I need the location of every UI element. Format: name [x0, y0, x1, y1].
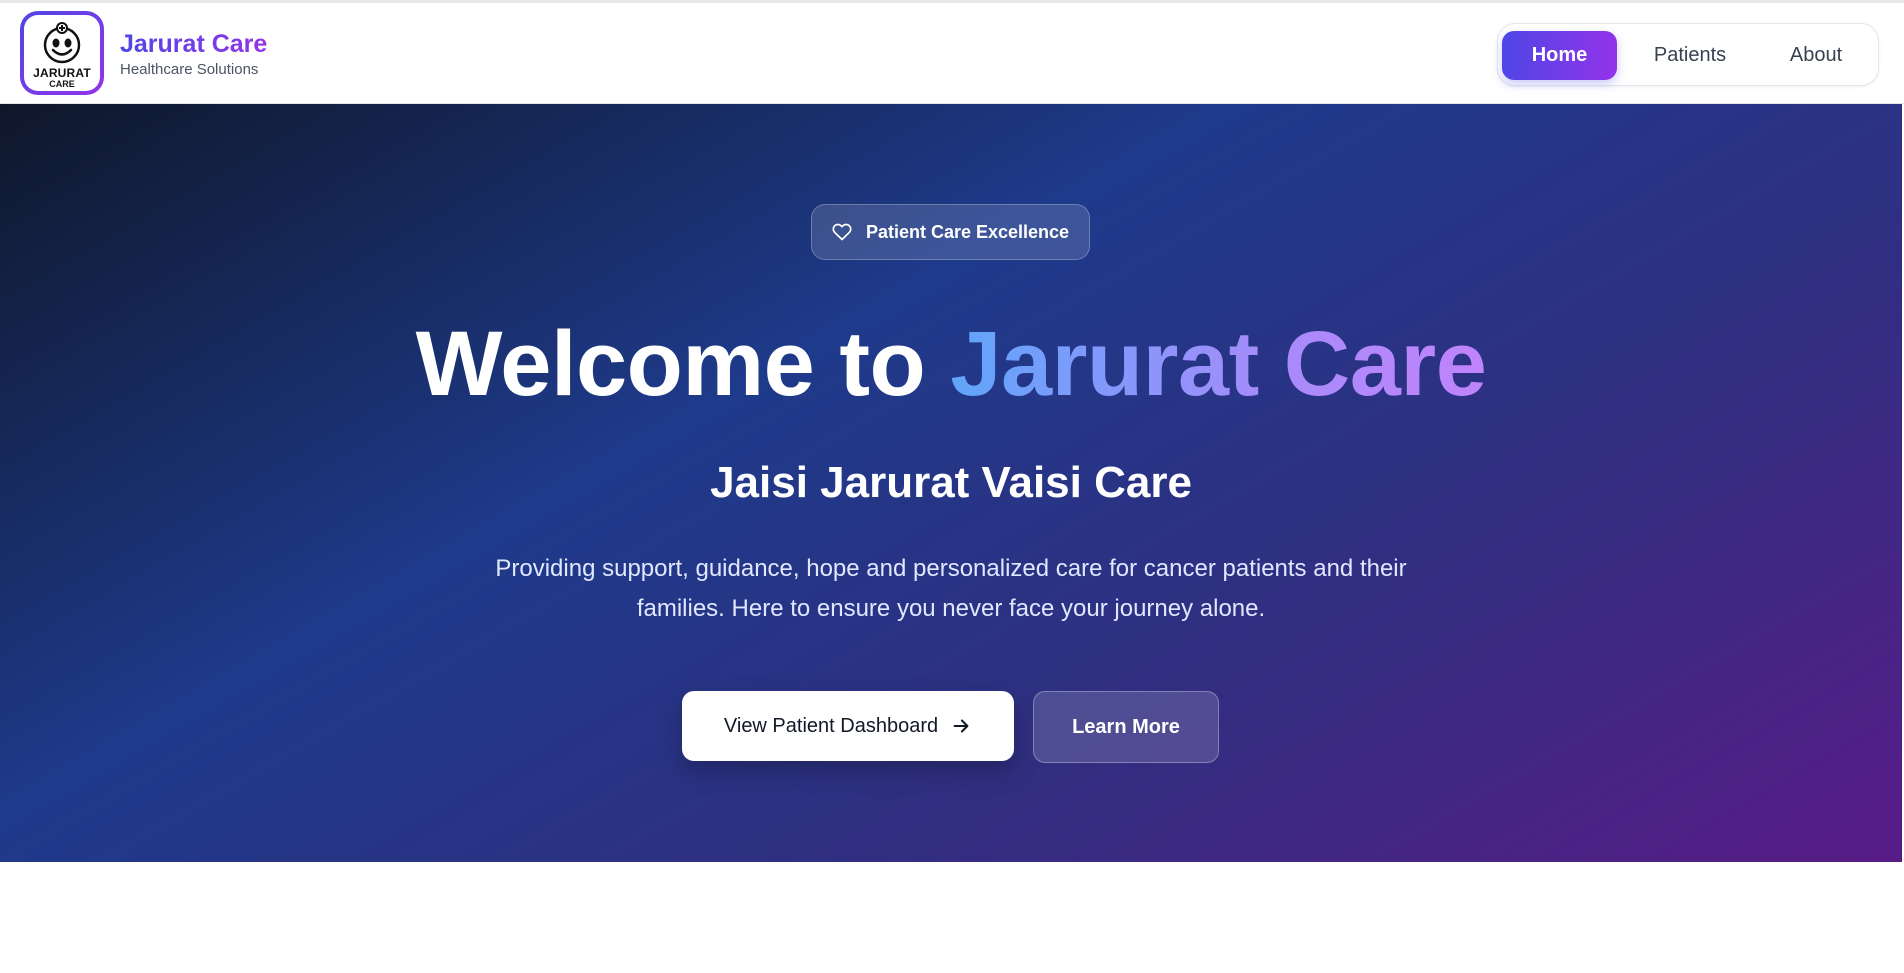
logo-face-icon — [43, 22, 81, 64]
brand[interactable]: JARURAT CARE Jarurat Care Healthcare Sol… — [20, 11, 267, 95]
main-nav: Home Patients About — [1497, 23, 1879, 86]
hero-title-accent: Jarurat Care — [950, 313, 1487, 415]
brand-subtitle: Healthcare Solutions — [120, 60, 259, 78]
logo[interactable]: JARURAT CARE — [20, 11, 104, 95]
arrow-right-icon — [953, 719, 969, 733]
hero-title: Welcome to Jarurat Care — [0, 309, 1902, 419]
logo-inner: JARURAT CARE — [24, 15, 100, 91]
hero-badge-label: Patient Care Excellence — [865, 221, 1070, 242]
learn-more-label: Learn More — [1072, 715, 1180, 738]
nav-item-about[interactable]: About — [1761, 31, 1871, 80]
brand-text: Jarurat Care Healthcare Solutions — [120, 29, 267, 78]
navbar: JARURAT CARE Jarurat Care Healthcare Sol… — [0, 3, 1904, 104]
hero-description: Providing support, guidance, hope and pe… — [495, 555, 1407, 622]
hero-title-prefix: Welcome to — [415, 313, 926, 415]
hero-tagline: Jaisi Jarurat Vaisi Care — [710, 458, 1192, 507]
logo-text-line1: JARURAT — [33, 66, 91, 80]
view-patient-dashboard-label: View Patient Dashboard — [723, 714, 939, 737]
nav-item-home[interactable]: Home — [1502, 31, 1617, 80]
heart-icon — [832, 223, 852, 241]
nav-item-patients[interactable]: Patients — [1630, 31, 1750, 80]
hero-section: Patient Care Excellence Welcome to Jarur… — [0, 104, 1902, 862]
brand-name[interactable]: Jarurat Care — [120, 29, 267, 59]
learn-more-button[interactable]: Learn More — [1033, 691, 1219, 763]
hero-badge: Patient Care Excellence — [811, 204, 1090, 260]
view-patient-dashboard-button[interactable]: View Patient Dashboard — [682, 691, 1014, 761]
logo-text-line2: CARE — [49, 79, 75, 89]
